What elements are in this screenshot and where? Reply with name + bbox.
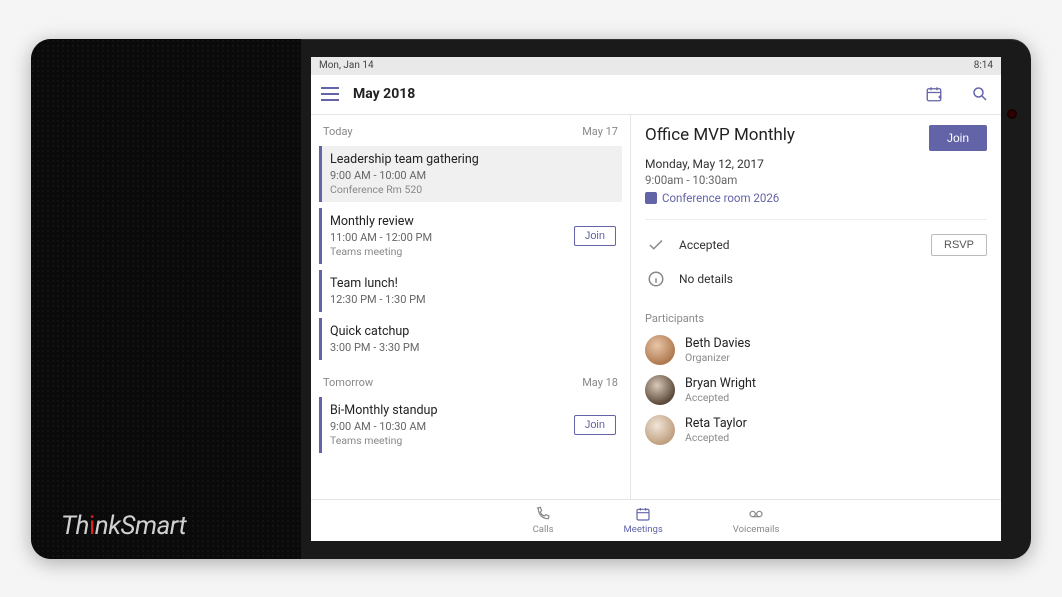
- status-bar: Mon, Jan 14 8:14: [311, 57, 1001, 75]
- event-location: Teams meeting: [330, 245, 614, 258]
- nav-label: Calls: [533, 524, 554, 535]
- check-icon: [647, 236, 665, 254]
- event-item[interactable]: Bi-Monthly standup 9:00 AM - 10:30 AM Te…: [319, 397, 622, 453]
- nav-voicemails[interactable]: Voicemails: [733, 506, 780, 535]
- status-date: Mon, Jan 14: [319, 60, 374, 71]
- details-row: No details: [645, 266, 987, 298]
- section-label: Today: [323, 125, 353, 138]
- participant-name: Bryan Wright: [685, 376, 756, 391]
- join-button[interactable]: Join: [574, 415, 616, 435]
- detail-date: Monday, May 12, 2017: [645, 157, 987, 171]
- event-location: Teams meeting: [330, 434, 614, 447]
- no-details-text: No details: [679, 272, 987, 286]
- calendar-icon: [635, 506, 651, 522]
- phone-icon: [535, 506, 551, 522]
- participant-row[interactable]: Reta Taylor Accepted: [645, 415, 987, 445]
- screen-wrap: Mon, Jan 14 8:14 May 2018: [301, 39, 1031, 559]
- event-time: 12:30 PM - 1:30 PM: [330, 293, 614, 306]
- section-label: Tomorrow: [323, 376, 373, 389]
- detail-room[interactable]: Conference room 2026: [645, 191, 987, 205]
- section-date: May 18: [582, 376, 618, 389]
- nav-meetings[interactable]: Meetings: [623, 506, 662, 535]
- hamburger-icon[interactable]: [321, 87, 339, 101]
- teams-icon: [645, 192, 657, 204]
- status-time: 8:14: [974, 60, 993, 71]
- event-item[interactable]: Monthly review 11:00 AM - 12:00 PM Teams…: [319, 208, 622, 264]
- event-location: Conference Rm 520: [330, 183, 614, 196]
- event-title: Quick catchup: [330, 324, 614, 339]
- participants-label: Participants: [645, 312, 987, 325]
- participant-row[interactable]: Bryan Wright Accepted: [645, 375, 987, 405]
- participant-role: Organizer: [685, 351, 751, 364]
- event-time: 9:00 AM - 10:00 AM: [330, 169, 614, 182]
- event-time: 3:00 PM - 3:30 PM: [330, 341, 614, 354]
- detail-pane: Office MVP Monthly Join Monday, May 12, …: [631, 115, 1001, 499]
- device-brand: ThinkSmart: [61, 511, 186, 541]
- voicemail-icon: [748, 506, 764, 522]
- info-icon: [647, 270, 665, 288]
- app-title: May 2018: [353, 86, 415, 102]
- avatar: [645, 375, 675, 405]
- event-time: 11:00 AM - 12:00 PM: [330, 231, 614, 244]
- bottom-nav: Calls Meetings Voicemails: [311, 499, 1001, 541]
- participant-role: Accepted: [685, 431, 747, 444]
- section-date: May 17: [582, 125, 618, 138]
- participant-role: Accepted: [685, 391, 756, 404]
- speaker-grille: ThinkSmart: [31, 39, 301, 559]
- event-time: 9:00 AM - 10:30 AM: [330, 420, 614, 433]
- brand-part-2: nkSmart: [95, 511, 186, 541]
- avatar: [645, 335, 675, 365]
- app-header: May 2018: [311, 75, 1001, 115]
- search-icon[interactable]: [969, 83, 991, 105]
- status-row: Accepted RSVP: [645, 219, 987, 266]
- nav-calls[interactable]: Calls: [533, 506, 554, 535]
- screen: Mon, Jan 14 8:14 May 2018: [311, 57, 1001, 541]
- status-text: Accepted: [679, 238, 917, 252]
- device-frame: ThinkSmart Mon, Jan 14 8:14 May 2018: [31, 39, 1031, 559]
- camera-lens: [1007, 109, 1017, 119]
- participant-name: Reta Taylor: [685, 416, 747, 431]
- event-title: Monthly review: [330, 214, 614, 229]
- calendar-add-icon[interactable]: [923, 83, 945, 105]
- nav-label: Meetings: [623, 524, 662, 535]
- event-title: Team lunch!: [330, 276, 614, 291]
- event-title: Leadership team gathering: [330, 152, 614, 167]
- join-button[interactable]: Join: [574, 226, 616, 246]
- participant-name: Beth Davies: [685, 336, 751, 351]
- detail-header: Office MVP Monthly Join: [645, 125, 987, 151]
- event-item[interactable]: Team lunch! 12:30 PM - 1:30 PM: [319, 270, 622, 312]
- app-body: Today May 17 Leadership team gathering 9…: [311, 115, 1001, 499]
- calendar-list[interactable]: Today May 17 Leadership team gathering 9…: [311, 115, 631, 499]
- event-item[interactable]: Quick catchup 3:00 PM - 3:30 PM: [319, 318, 622, 360]
- avatar: [645, 415, 675, 445]
- detail-time: 9:00am - 10:30am: [645, 173, 987, 187]
- section-header-today: Today May 17: [311, 115, 630, 144]
- rsvp-button[interactable]: RSVP: [931, 234, 987, 256]
- section-header-tomorrow: Tomorrow May 18: [311, 366, 630, 395]
- detail-title: Office MVP Monthly: [645, 125, 795, 145]
- room-name: Conference room 2026: [662, 191, 779, 205]
- event-title: Bi-Monthly standup: [330, 403, 614, 418]
- join-meeting-button[interactable]: Join: [929, 125, 987, 151]
- nav-label: Voicemails: [733, 524, 780, 535]
- brand-part-1: Th: [61, 511, 89, 541]
- event-item[interactable]: Leadership team gathering 9:00 AM - 10:0…: [319, 146, 622, 202]
- participant-row[interactable]: Beth Davies Organizer: [645, 335, 987, 365]
